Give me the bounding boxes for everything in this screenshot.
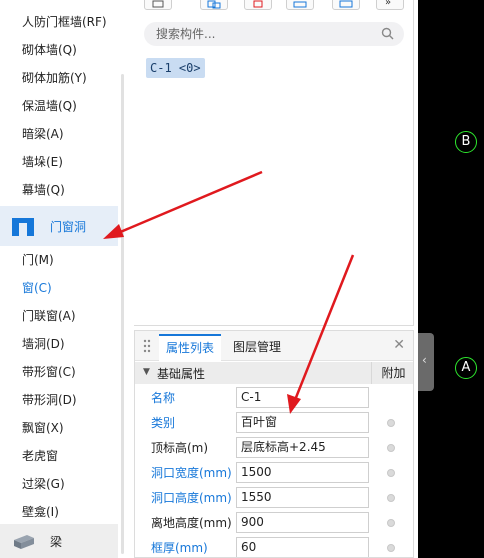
delete-component-button[interactable]: [244, 0, 272, 10]
tree-scrollbar[interactable]: [121, 74, 124, 554]
copy-component-button[interactable]: [200, 0, 228, 10]
column-header-extra: 附加: [371, 362, 413, 384]
prop-value-opening-height[interactable]: 1550: [236, 487, 369, 508]
tree-item-door-window-combo[interactable]: 门联窗(A): [22, 308, 76, 324]
tree-item-insulation-wall[interactable]: 保温墙(Q): [22, 98, 77, 114]
component-item-c1[interactable]: C-1 <0>: [146, 58, 205, 78]
prop-extra-radio[interactable]: [387, 544, 395, 552]
axis-marker-b[interactable]: B: [455, 131, 477, 153]
tree-item-niche[interactable]: 壁龛(I): [22, 504, 59, 520]
prop-value-name[interactable]: C-1: [236, 387, 369, 408]
prop-row-opening-height: 洞口高度(mm) 1550: [135, 485, 413, 510]
beam-icon: [14, 535, 34, 549]
tree-item-strip-opening[interactable]: 带形洞(D): [22, 392, 77, 408]
delete-icon: [253, 0, 263, 8]
new-component-icon: [152, 0, 164, 8]
search-box[interactable]: [144, 22, 404, 46]
property-panel: 属性列表 图层管理 ✕ ▼ 基础属性 附加 名称 C-1 类别 百叶窗 顶标高(…: [134, 330, 414, 558]
tree-item-dormer-window[interactable]: 老虎窗: [22, 448, 58, 464]
tree-group-beam[interactable]: 梁: [0, 524, 118, 558]
panel-collapse-handle[interactable]: ‹: [418, 333, 434, 391]
prop-value-sill-height[interactable]: 900: [236, 512, 369, 533]
tree-group-door-window-label: 门窗洞: [50, 220, 87, 234]
prop-row-name: 名称 C-1: [135, 385, 413, 410]
prop-value-category[interactable]: 百叶窗: [236, 412, 369, 433]
tree-item-window[interactable]: 窗(C): [22, 280, 52, 296]
tree-item-wall-pier[interactable]: 墙垛(E): [22, 154, 63, 170]
prop-label: 类别: [151, 416, 176, 430]
section-title: 基础属性: [157, 367, 206, 381]
component-tree: 人防门框墙(RF) 砌体墙(Q) 砌体加筋(Y) 保温墙(Q) 暗梁(A) 墙垛…: [0, 0, 134, 558]
tab-layer-management[interactable]: 图层管理: [233, 334, 281, 361]
drawing-canvas[interactable]: B A: [418, 0, 484, 558]
prop-row-sill-height: 离地高度(mm) 900: [135, 510, 413, 535]
close-icon[interactable]: ✕: [393, 337, 405, 353]
prop-extra-radio[interactable]: [387, 419, 395, 427]
prop-extra-radio[interactable]: [387, 469, 395, 477]
drag-handle-icon[interactable]: [143, 339, 151, 353]
property-panel-header: 属性列表 图层管理 ✕: [135, 331, 413, 361]
tree-item-wall-opening[interactable]: 墙洞(D): [22, 336, 65, 352]
tree-item-masonry-wall[interactable]: 砌体墙(Q): [22, 42, 77, 58]
component-list-panel: » C-1 <0>: [134, 0, 414, 326]
tree-item-strip-window[interactable]: 带形窗(C): [22, 364, 76, 380]
search-input[interactable]: [156, 22, 376, 46]
collapse-triangle-icon: ▼: [143, 367, 150, 377]
batch-edit-icon: [339, 0, 353, 8]
prop-row-frame-thickness: 框厚(mm) 60: [135, 535, 413, 557]
new-component-button[interactable]: [144, 0, 172, 10]
tree-group-door-window[interactable]: 门窗洞: [0, 206, 118, 246]
prop-extra-radio[interactable]: [387, 444, 395, 452]
layer-copy-icon: [293, 1, 307, 8]
door-window-icon: [12, 218, 34, 236]
prop-value-opening-width[interactable]: 1500: [236, 462, 369, 483]
tree-item-masonry-rebar[interactable]: 砌体加筋(Y): [22, 70, 87, 86]
prop-label: 名称: [151, 391, 176, 405]
prop-extra-radio[interactable]: [387, 519, 395, 527]
more-tools-button[interactable]: »: [376, 0, 404, 10]
tab-property-list[interactable]: 属性列表: [159, 334, 221, 361]
search-icon[interactable]: [381, 27, 394, 40]
tree-item-door[interactable]: 门(M): [22, 252, 54, 268]
batch-edit-button[interactable]: [332, 0, 360, 10]
prop-label: 洞口高度(mm): [151, 491, 232, 505]
layer-copy-button[interactable]: [286, 0, 314, 10]
tree-item-lintel[interactable]: 过梁(G): [22, 476, 65, 492]
double-chevron-icon: »: [385, 0, 392, 8]
prop-value-frame-thickness[interactable]: 60: [236, 537, 369, 557]
tree-item-rf-door-frame-wall[interactable]: 人防门框墙(RF): [22, 14, 107, 30]
prop-row-category: 类别 百叶窗: [135, 410, 413, 435]
prop-label: 洞口宽度(mm): [151, 466, 232, 480]
chevron-left-icon: ‹: [422, 353, 427, 367]
prop-row-opening-width: 洞口宽度(mm) 1500: [135, 460, 413, 485]
tree-item-bay-window[interactable]: 飘窗(X): [22, 420, 64, 436]
prop-label: 顶标高(m): [151, 441, 209, 455]
prop-label: 离地高度(mm): [151, 516, 232, 530]
tree-item-curtain-wall[interactable]: 幕墙(Q): [22, 182, 65, 198]
prop-value-top-elevation[interactable]: 层底标高+2.45: [236, 437, 369, 458]
tree-group-beam-label: 梁: [50, 535, 63, 549]
prop-extra-radio[interactable]: [387, 494, 395, 502]
axis-marker-a[interactable]: A: [455, 357, 477, 379]
prop-label: 框厚(mm): [151, 541, 208, 555]
prop-row-top-elevation: 顶标高(m) 层底标高+2.45: [135, 435, 413, 460]
tree-item-hidden-beam[interactable]: 暗梁(A): [22, 126, 64, 142]
copy-icon: [207, 0, 221, 9]
